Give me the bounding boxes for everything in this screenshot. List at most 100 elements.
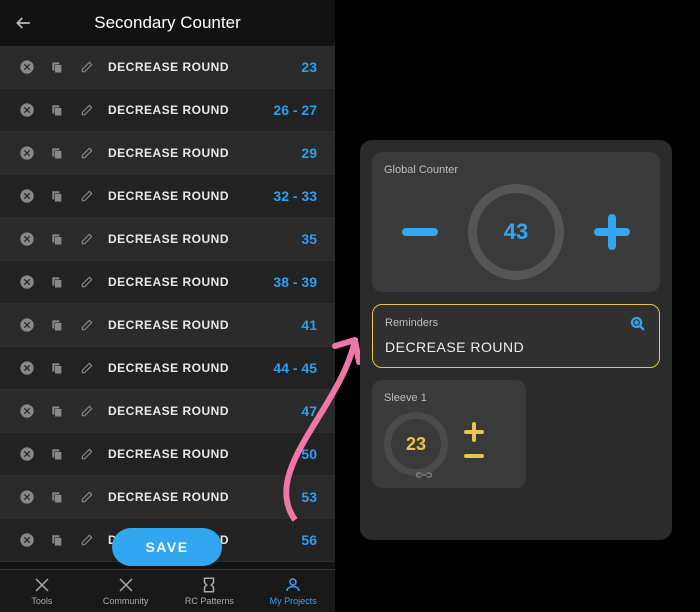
list-row[interactable]: DECREASE ROUND47	[0, 390, 335, 433]
phone-frame: Secondary Counter DECREASE ROUND 23 DECR…	[0, 0, 335, 612]
copy-icon[interactable]	[48, 273, 66, 291]
tab-label: My Projects	[270, 596, 317, 606]
row-value: 53	[301, 489, 317, 505]
copy-icon[interactable]	[48, 402, 66, 420]
edit-icon[interactable]	[78, 316, 96, 334]
list-row[interactable]: DECREASE ROUND35	[0, 218, 335, 261]
sleeve-value: 23	[406, 434, 426, 455]
projects-icon	[283, 576, 303, 594]
row-value: 50	[301, 446, 317, 462]
tab-label: Tools	[31, 596, 52, 606]
row-label: DECREASE ROUND	[108, 447, 301, 461]
edit-icon[interactable]	[78, 531, 96, 549]
sleeve-decrement-button[interactable]	[460, 446, 488, 466]
edit-icon[interactable]	[78, 273, 96, 291]
row-label: DECREASE ROUND	[108, 60, 301, 74]
delete-icon[interactable]	[18, 445, 36, 463]
delete-icon[interactable]	[18, 58, 36, 76]
sleeve-card: Sleeve 1 23	[372, 380, 526, 488]
delete-icon[interactable]	[18, 316, 36, 334]
list-row[interactable]: DECREASE ROUND44 - 45	[0, 347, 335, 390]
row-label: DECREASE ROUND	[108, 103, 273, 117]
card-title: Sleeve 1	[384, 392, 514, 404]
delete-icon[interactable]	[18, 230, 36, 248]
edit-icon[interactable]	[78, 402, 96, 420]
row-value: 44 - 45	[273, 360, 317, 376]
copy-icon[interactable]	[48, 101, 66, 119]
copy-icon[interactable]	[48, 531, 66, 549]
row-label: DECREASE ROUND	[108, 318, 301, 332]
row-label: DECREASE ROUND	[108, 189, 273, 203]
sleeve-increment-button[interactable]	[460, 422, 488, 442]
edit-icon[interactable]	[78, 144, 96, 162]
card-title: Global Counter	[384, 164, 648, 176]
row-value: 41	[301, 317, 317, 333]
counter-panel: Global Counter 43 Reminders DECREASE ROU…	[360, 140, 672, 540]
edit-icon[interactable]	[78, 101, 96, 119]
delete-icon[interactable]	[18, 101, 36, 119]
row-value: 38 - 39	[273, 274, 317, 290]
magnify-icon[interactable]	[629, 315, 647, 333]
save-button[interactable]: SAVE	[112, 528, 222, 566]
increment-button[interactable]	[589, 209, 635, 255]
reminders-card[interactable]: Reminders DECREASE ROUND	[372, 304, 660, 368]
list-row[interactable]: DECREASE ROUND38 - 39	[0, 261, 335, 304]
edit-icon[interactable]	[78, 187, 96, 205]
copy-icon[interactable]	[48, 445, 66, 463]
row-value: 29	[301, 145, 317, 161]
tools-icon	[32, 576, 52, 594]
row-label: DECREASE ROUND	[108, 232, 301, 246]
edit-icon[interactable]	[78, 230, 96, 248]
row-value: 47	[301, 403, 317, 419]
counter-dial: 43	[468, 184, 564, 280]
list-row[interactable]: DECREASE ROUND26 - 27	[0, 89, 335, 132]
copy-icon[interactable]	[48, 58, 66, 76]
edit-icon[interactable]	[78, 359, 96, 377]
delete-icon[interactable]	[18, 402, 36, 420]
list-row[interactable]: DECREASE ROUND50	[0, 433, 335, 476]
edit-icon[interactable]	[78, 488, 96, 506]
row-value: 32 - 33	[273, 188, 317, 204]
delete-icon[interactable]	[18, 359, 36, 377]
tab-rc-patterns[interactable]: RC Patterns	[168, 570, 252, 612]
row-label: DECREASE ROUND	[108, 275, 273, 289]
delete-icon[interactable]	[18, 531, 36, 549]
row-label: DECREASE ROUND	[108, 146, 301, 160]
row-value: 56	[301, 532, 317, 548]
counter-value: 43	[504, 219, 528, 245]
tab-tools[interactable]: Tools	[0, 570, 84, 612]
header: Secondary Counter	[0, 0, 335, 46]
tab-label: RC Patterns	[185, 596, 234, 606]
delete-icon[interactable]	[18, 273, 36, 291]
row-label: DECREASE ROUND	[108, 404, 301, 418]
decrement-button[interactable]	[397, 209, 443, 255]
copy-icon[interactable]	[48, 488, 66, 506]
copy-icon[interactable]	[48, 316, 66, 334]
row-value: 23	[301, 59, 317, 75]
link-icon[interactable]	[416, 470, 432, 480]
delete-icon[interactable]	[18, 187, 36, 205]
tab-community[interactable]: Community	[84, 570, 168, 612]
tab-label: Community	[103, 596, 149, 606]
copy-icon[interactable]	[48, 144, 66, 162]
list-row[interactable]: DECREASE ROUND32 - 33	[0, 175, 335, 218]
delete-icon[interactable]	[18, 488, 36, 506]
copy-icon[interactable]	[48, 359, 66, 377]
card-title: Reminders	[385, 317, 647, 329]
edit-icon[interactable]	[78, 445, 96, 463]
tab-my-projects[interactable]: My Projects	[251, 570, 335, 612]
edit-icon[interactable]	[78, 58, 96, 76]
copy-icon[interactable]	[48, 230, 66, 248]
copy-icon[interactable]	[48, 187, 66, 205]
sleeve-dial: 23	[384, 412, 448, 476]
reminder-list[interactable]: DECREASE ROUND 23 DECREASE ROUND26 - 27 …	[0, 46, 335, 569]
delete-icon[interactable]	[18, 144, 36, 162]
row-label: DECREASE ROUND	[108, 361, 273, 375]
list-row[interactable]: DECREASE ROUND 23	[0, 46, 335, 89]
tab-bar: Tools Community RC Patterns My Projects	[0, 569, 335, 612]
community-icon	[116, 576, 136, 594]
list-row[interactable]: DECREASE ROUND29	[0, 132, 335, 175]
list-row[interactable]: DECREASE ROUND41	[0, 304, 335, 347]
patterns-icon	[199, 576, 219, 594]
list-row[interactable]: DECREASE ROUND53	[0, 476, 335, 519]
